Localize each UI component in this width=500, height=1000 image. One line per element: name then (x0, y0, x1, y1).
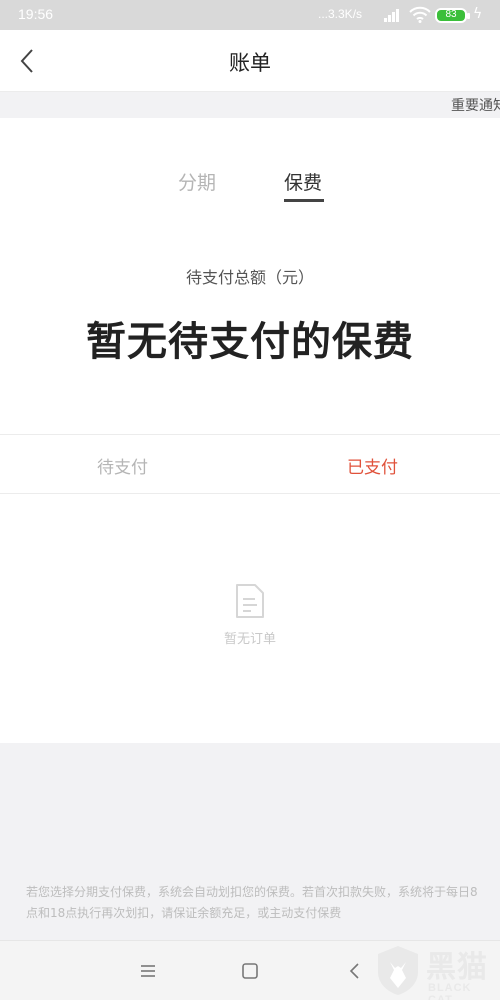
page-title: 账单 (229, 51, 271, 75)
status-network-speed: ...3.3K/s (318, 7, 363, 21)
battery-icon: 83 (435, 8, 470, 23)
category-tabs: 分期 保费 (0, 168, 500, 208)
watermark-sub: BLACK CAT (428, 982, 472, 1000)
document-icon (236, 584, 264, 618)
tab-installment[interactable]: 分期 (178, 168, 216, 195)
black-cat-logo-icon (378, 946, 418, 995)
notice-text: 重要通知 (451, 98, 500, 114)
status-bar: 19:56 ...3.3K/s 83 ϟ (0, 0, 500, 30)
tab-pending[interactable]: 待支付 (97, 453, 148, 478)
charging-icon: ϟ (473, 6, 483, 22)
tab-paid[interactable]: 已支付 (347, 453, 398, 478)
bill-card (0, 118, 500, 743)
nav-bar: 账单 (0, 30, 500, 92)
status-time: 19:56 (18, 6, 54, 22)
active-tab-indicator (284, 199, 324, 202)
wifi-icon (409, 6, 431, 23)
home-icon[interactable] (240, 961, 260, 981)
watermark: 黑猫 BLACK CAT (372, 940, 500, 1000)
empty-state-text: 暂无订单 (223, 632, 276, 647)
footnote: 若您选择分期支付保费，系统会自动划扣您的保费。若首次扣款失败，系统将于每日8点和… (26, 885, 478, 920)
menu-icon[interactable] (138, 961, 158, 981)
battery-level: 83 (445, 9, 457, 20)
notice-strip[interactable]: 重要通知 (0, 92, 500, 118)
amount-value: 暂无待支付的保费 (86, 319, 414, 365)
tab-premium[interactable]: 保费 (284, 168, 322, 195)
signal-icon (384, 8, 404, 22)
amount-label: 待支付总额（元） (185, 268, 314, 287)
payment-status-tabs: 待支付 已支付 (0, 434, 500, 494)
back-icon[interactable] (345, 961, 365, 981)
watermark-text: 黑猫 (426, 950, 488, 985)
